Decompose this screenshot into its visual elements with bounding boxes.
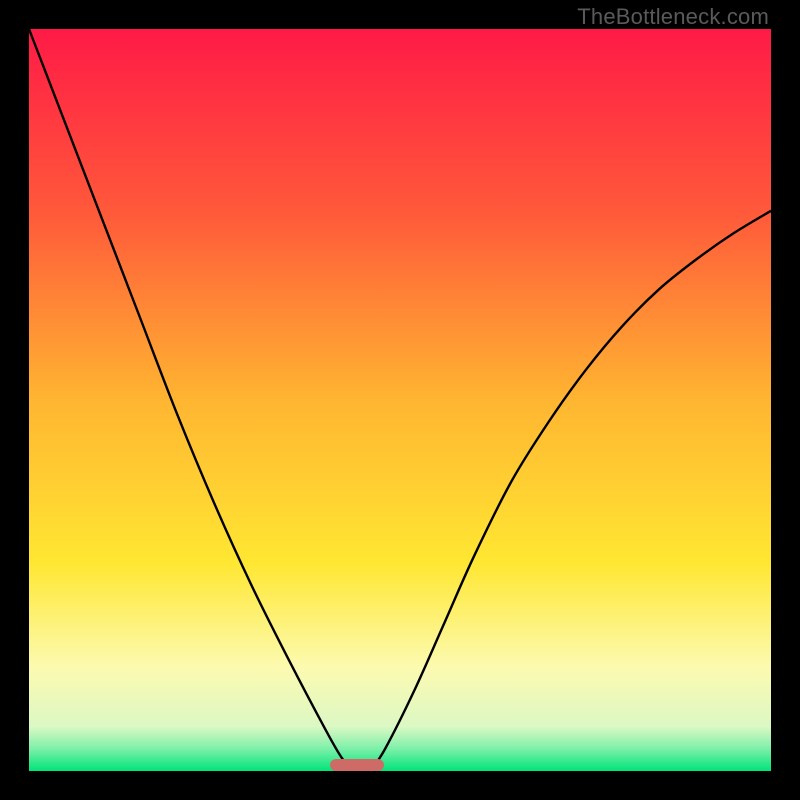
minimum-marker xyxy=(330,759,383,771)
plot-area xyxy=(29,29,771,771)
curve-left xyxy=(29,29,352,771)
curve-layer xyxy=(29,29,771,771)
chart-frame: TheBottleneck.com xyxy=(0,0,800,800)
curve-right xyxy=(370,211,771,771)
watermark-text: TheBottleneck.com xyxy=(577,4,769,30)
